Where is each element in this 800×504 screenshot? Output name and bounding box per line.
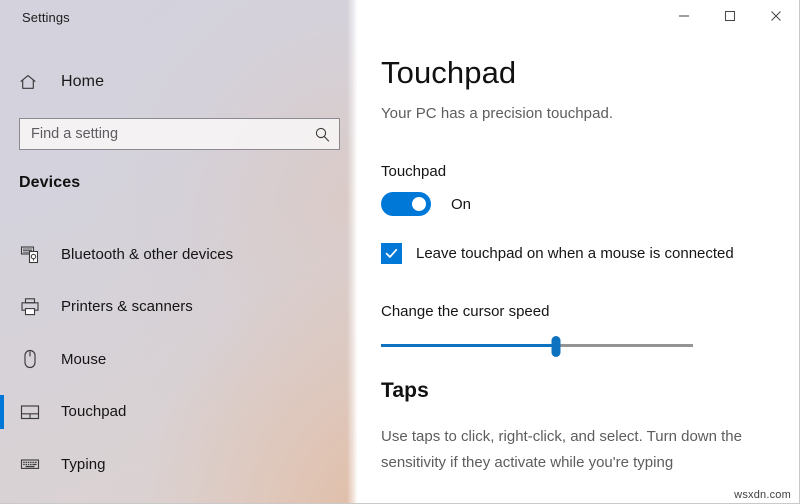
sidebar-item-label: Touchpad [61, 403, 127, 421]
bluetooth-devices-icon [19, 243, 45, 265]
slider-thumb[interactable] [551, 336, 561, 357]
sidebar-item-label: Printers & scanners [61, 298, 193, 316]
leave-touchpad-on-checkbox-row[interactable]: Leave touchpad on when a mouse is connec… [381, 243, 734, 264]
taps-section-description: Use taps to click, right-click, and sele… [381, 428, 742, 471]
leave-touchpad-on-checkbox-label: Leave touchpad on when a mouse is connec… [416, 245, 734, 262]
sidebar-item-touchpad[interactable]: Touchpad [0, 386, 357, 439]
sidebar-category-heading: Devices [19, 174, 81, 191]
cursor-speed-slider[interactable] [381, 336, 693, 357]
mouse-icon [19, 348, 45, 370]
sidebar-item-home-label: Home [61, 73, 105, 90]
close-button[interactable] [753, 0, 799, 32]
search-icon[interactable] [305, 119, 339, 149]
sidebar-item-label: Bluetooth & other devices [61, 245, 234, 263]
window-controls [661, 0, 799, 32]
printer-icon [19, 296, 45, 318]
search-input[interactable] [20, 119, 305, 149]
touchpad-toggle-label: Touchpad [381, 163, 447, 180]
sidebar-item-mouse[interactable]: Mouse [0, 333, 357, 386]
sidebar-item-printers-scanners[interactable]: Printers & scanners [0, 281, 357, 334]
page-title: Touchpad [381, 55, 517, 90]
sidebar: Settings Home Devices [0, 0, 357, 503]
sidebar-nav-list: Bluetooth & other devices Printers & sca… [0, 228, 357, 491]
watermark: wsxdn.com [734, 489, 791, 501]
touchpad-toggle-row: On [381, 192, 471, 216]
slider-track-fill [381, 344, 556, 347]
home-icon [18, 72, 48, 92]
toggle-knob [412, 197, 426, 211]
cursor-speed-label: Change the cursor speed [381, 303, 550, 320]
app-title: Settings [22, 10, 70, 25]
search-box[interactable] [19, 118, 340, 150]
settings-window: Settings Home Devices [0, 0, 800, 504]
page-subtitle: Your PC has a precision touchpad. [381, 105, 614, 122]
touchpad-toggle-switch[interactable] [381, 192, 431, 216]
maximize-button[interactable] [707, 0, 753, 32]
touchpad-icon [19, 401, 45, 423]
sidebar-item-home[interactable]: Home [0, 62, 340, 102]
sidebar-item-typing[interactable]: Typing [0, 438, 357, 491]
sidebar-item-label: Mouse [61, 350, 107, 368]
leave-touchpad-on-checkbox[interactable] [381, 243, 402, 264]
taps-section-title: Taps [381, 379, 429, 402]
main-content: Touchpad Your PC has a precision touchpa… [357, 0, 799, 503]
sidebar-item-label: Typing [61, 455, 106, 473]
check-icon [385, 248, 398, 258]
sidebar-item-bluetooth-other-devices[interactable]: Bluetooth & other devices [0, 228, 357, 281]
keyboard-icon [19, 453, 45, 475]
touchpad-toggle-state: On [451, 195, 472, 213]
minimize-button[interactable] [661, 0, 707, 32]
